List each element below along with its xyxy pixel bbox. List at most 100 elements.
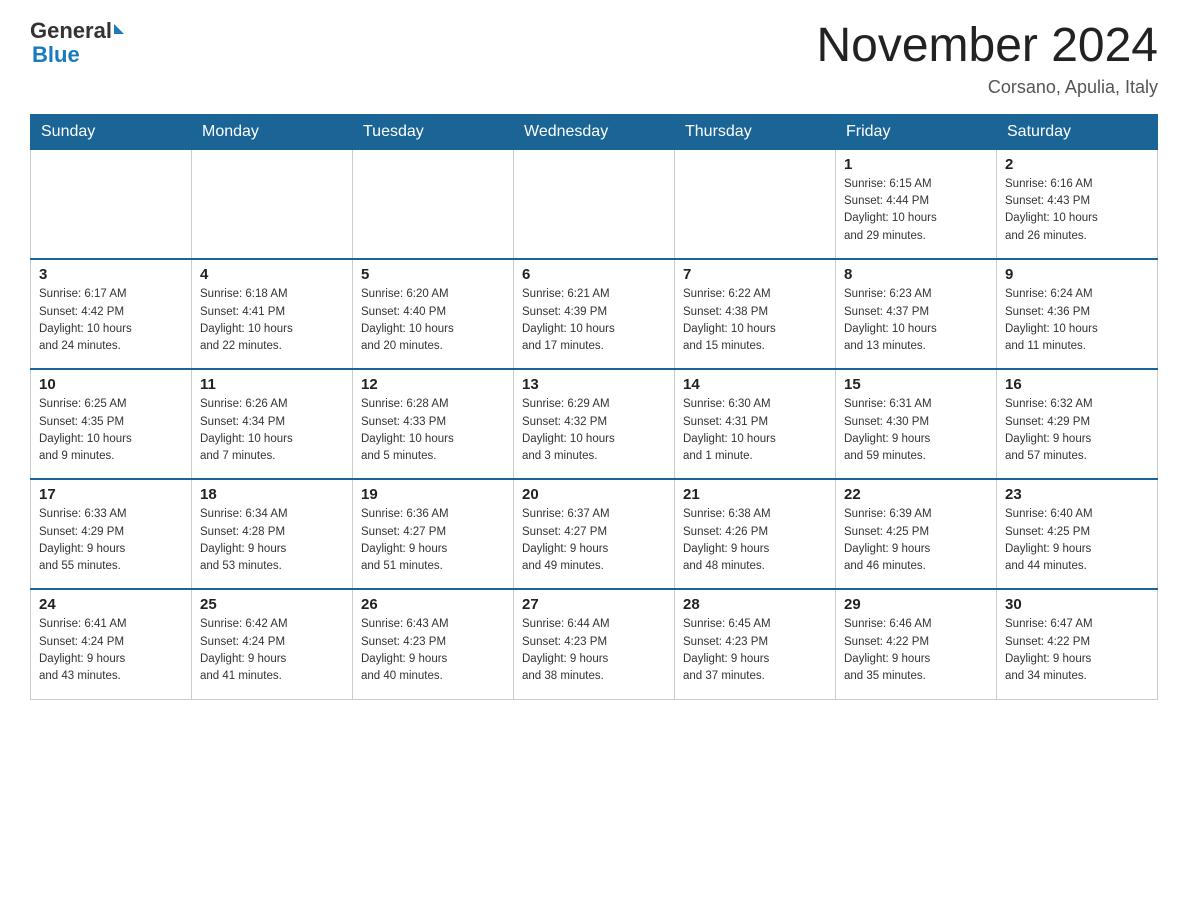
calendar-cell: 3Sunrise: 6:17 AM Sunset: 4:42 PM Daylig… [31,259,192,369]
day-info: Sunrise: 6:18 AM Sunset: 4:41 PM Dayligh… [200,286,344,355]
calendar-week-3: 10 Sunrise: 6:25 AM Sunset: 4:35 PM Dayli… [31,369,1158,479]
calendar-cell: 21 Sunrise: 6:38 AM Sunset: 4:26 PM Dayli… [675,479,836,589]
day-number: 17 [39,486,183,503]
day-number: 29 [844,596,988,613]
calendar-cell: 20 Sunrise: 6:37 AM Sunset: 4:27 PM Dayli… [514,479,675,589]
logo-triangle-icon [114,24,124,34]
calendar-cell: 24 Sunrise: 6:41 AM Sunset: 4:24 PM Dayli… [31,589,192,699]
calendar-cell [353,149,514,259]
day-number: 10 [39,376,183,393]
day-number: 5 [361,266,505,283]
day-info: Sunrise: 6:15 AM Sunset: 4:44 PM Dayligh… [844,176,988,245]
day-info: Sunrise: 6:20 AM Sunset: 4:40 PM Dayligh… [361,286,505,355]
day-info: Sunrise: 6:16 AM Sunset: 4:43 PM Dayligh… [1005,176,1149,245]
day-info: Sunrise: 6:41 AM Sunset: 4:24 PM Dayligh… [39,616,183,685]
calendar-week-4: 17 Sunrise: 6:33 AM Sunset: 4:29 PM Dayli… [31,479,1158,589]
day-info: Sunrise: 6:22 AM Sunset: 4:38 PM Dayligh… [683,286,827,355]
calendar-cell: 25 Sunrise: 6:42 AM Sunset: 4:24 PM Dayli… [192,589,353,699]
calendar-cell: 22 Sunrise: 6:39 AM Sunset: 4:25 PM Dayli… [836,479,997,589]
day-info: Sunrise: 6:38 AM Sunset: 4:26 PM Dayligh… [683,506,827,575]
calendar-cell: 19Sunrise: 6:36 AM Sunset: 4:27 PM Dayli… [353,479,514,589]
day-number: 24 [39,596,183,613]
calendar-cell: 18 Sunrise: 6:34 AM Sunset: 4:28 PM Dayli… [192,479,353,589]
calendar-cell: 8 Sunrise: 6:23 AM Sunset: 4:37 PM Daylig… [836,259,997,369]
calendar-table: SundayMondayTuesdayWednesdayThursdayFrid… [30,114,1158,700]
calendar-cell: 12 Sunrise: 6:28 AM Sunset: 4:33 PM Dayli… [353,369,514,479]
day-info: Sunrise: 6:23 AM Sunset: 4:37 PM Dayligh… [844,286,988,355]
day-number: 7 [683,266,827,283]
day-number: 27 [522,596,666,613]
page-header: General Blue November 2024 Corsano, Apul… [30,20,1158,98]
calendar-header-row: SundayMondayTuesdayWednesdayThursdayFrid… [31,114,1158,149]
day-info: Sunrise: 6:24 AM Sunset: 4:36 PM Dayligh… [1005,286,1149,355]
day-info: Sunrise: 6:39 AM Sunset: 4:25 PM Dayligh… [844,506,988,575]
location-subtitle: Corsano, Apulia, Italy [816,77,1158,98]
calendar-cell: 14 Sunrise: 6:30 AM Sunset: 4:31 PM Dayli… [675,369,836,479]
calendar-cell: 16 Sunrise: 6:32 AM Sunset: 4:29 PM Dayli… [997,369,1158,479]
day-number: 22 [844,486,988,503]
calendar-cell [192,149,353,259]
day-info: Sunrise: 6:36 AM Sunset: 4:27 PM Dayligh… [361,506,505,575]
day-number: 13 [522,376,666,393]
calendar-cell: 6 Sunrise: 6:21 AM Sunset: 4:39 PM Daylig… [514,259,675,369]
column-header-sunday: Sunday [31,114,192,149]
logo: General Blue [30,20,124,68]
calendar-cell [514,149,675,259]
day-number: 26 [361,596,505,613]
day-number: 11 [200,376,344,393]
day-info: Sunrise: 6:45 AM Sunset: 4:23 PM Dayligh… [683,616,827,685]
calendar-cell [31,149,192,259]
day-info: Sunrise: 6:31 AM Sunset: 4:30 PM Dayligh… [844,396,988,465]
calendar-cell: 26Sunrise: 6:43 AM Sunset: 4:23 PM Dayli… [353,589,514,699]
day-info: Sunrise: 6:21 AM Sunset: 4:39 PM Dayligh… [522,286,666,355]
calendar-cell: 17 Sunrise: 6:33 AM Sunset: 4:29 PM Dayli… [31,479,192,589]
column-header-saturday: Saturday [997,114,1158,149]
day-info: Sunrise: 6:44 AM Sunset: 4:23 PM Dayligh… [522,616,666,685]
day-info: Sunrise: 6:47 AM Sunset: 4:22 PM Dayligh… [1005,616,1149,685]
day-number: 28 [683,596,827,613]
calendar-cell: 7 Sunrise: 6:22 AM Sunset: 4:38 PM Daylig… [675,259,836,369]
day-info: Sunrise: 6:28 AM Sunset: 4:33 PM Dayligh… [361,396,505,465]
day-info: Sunrise: 6:26 AM Sunset: 4:34 PM Dayligh… [200,396,344,465]
day-info: Sunrise: 6:25 AM Sunset: 4:35 PM Dayligh… [39,396,183,465]
column-header-friday: Friday [836,114,997,149]
day-info: Sunrise: 6:33 AM Sunset: 4:29 PM Dayligh… [39,506,183,575]
calendar-week-1: 1 Sunrise: 6:15 AM Sunset: 4:44 PM Daylig… [31,149,1158,259]
calendar-cell [675,149,836,259]
day-number: 14 [683,376,827,393]
day-info: Sunrise: 6:29 AM Sunset: 4:32 PM Dayligh… [522,396,666,465]
title-area: November 2024 Corsano, Apulia, Italy [816,20,1158,98]
day-info: Sunrise: 6:32 AM Sunset: 4:29 PM Dayligh… [1005,396,1149,465]
day-number: 12 [361,376,505,393]
day-number: 18 [200,486,344,503]
calendar-week-5: 24 Sunrise: 6:41 AM Sunset: 4:24 PM Dayli… [31,589,1158,699]
day-number: 16 [1005,376,1149,393]
day-number: 1 [844,156,988,173]
day-number: 9 [1005,266,1149,283]
calendar-cell: 15 Sunrise: 6:31 AM Sunset: 4:30 PM Dayli… [836,369,997,479]
calendar-cell: 2Sunrise: 6:16 AM Sunset: 4:43 PM Daylig… [997,149,1158,259]
month-title: November 2024 [816,20,1158,73]
day-info: Sunrise: 6:37 AM Sunset: 4:27 PM Dayligh… [522,506,666,575]
day-number: 8 [844,266,988,283]
calendar-cell: 9 Sunrise: 6:24 AM Sunset: 4:36 PM Daylig… [997,259,1158,369]
calendar-cell: 28 Sunrise: 6:45 AM Sunset: 4:23 PM Dayli… [675,589,836,699]
day-number: 6 [522,266,666,283]
calendar-week-2: 3Sunrise: 6:17 AM Sunset: 4:42 PM Daylig… [31,259,1158,369]
day-info: Sunrise: 6:30 AM Sunset: 4:31 PM Dayligh… [683,396,827,465]
calendar-cell: 4 Sunrise: 6:18 AM Sunset: 4:41 PM Daylig… [192,259,353,369]
day-number: 21 [683,486,827,503]
logo-blue-text: Blue [32,42,80,68]
calendar-cell: 23Sunrise: 6:40 AM Sunset: 4:25 PM Dayli… [997,479,1158,589]
calendar-cell: 10 Sunrise: 6:25 AM Sunset: 4:35 PM Dayli… [31,369,192,479]
calendar-cell: 27 Sunrise: 6:44 AM Sunset: 4:23 PM Dayli… [514,589,675,699]
day-number: 25 [200,596,344,613]
day-info: Sunrise: 6:42 AM Sunset: 4:24 PM Dayligh… [200,616,344,685]
calendar-cell: 5 Sunrise: 6:20 AM Sunset: 4:40 PM Daylig… [353,259,514,369]
day-info: Sunrise: 6:34 AM Sunset: 4:28 PM Dayligh… [200,506,344,575]
day-number: 4 [200,266,344,283]
day-number: 15 [844,376,988,393]
column-header-thursday: Thursday [675,114,836,149]
day-number: 3 [39,266,183,283]
day-number: 20 [522,486,666,503]
